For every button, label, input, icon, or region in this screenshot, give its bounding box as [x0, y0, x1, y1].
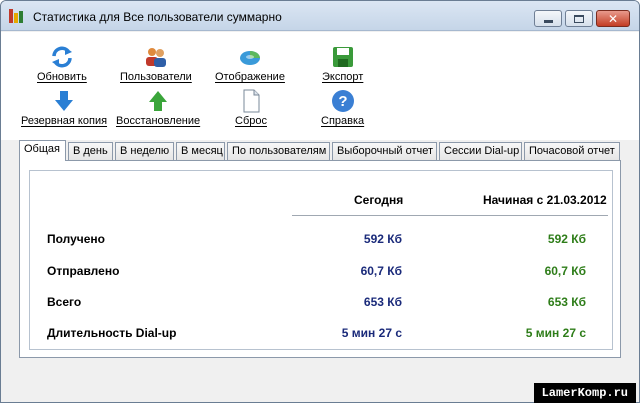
tab-day[interactable]: В день — [68, 142, 113, 161]
display-label: Отображение — [215, 71, 285, 83]
column-header-since: Начиная с 21.03.2012 — [483, 193, 607, 207]
total-today-value: 653 Кб — [363, 295, 402, 309]
column-header-today: Сегодня — [354, 193, 404, 207]
display-icon — [239, 51, 260, 65]
restore-icon — [149, 91, 168, 111]
sent-since-value: 60,7 Кб — [544, 264, 586, 278]
users-button[interactable]: Пользователи — [120, 45, 192, 83]
maximize-icon — [574, 14, 584, 23]
summary-table: Сегодня Начиная с 21.03.2012 Получено 59… — [29, 170, 613, 350]
row-label-total: Всего — [47, 295, 82, 309]
refresh-icon — [51, 46, 72, 68]
restore-label: Восстановление — [116, 115, 201, 127]
tab-panel-general: Сегодня Начиная с 21.03.2012 Получено 59… — [19, 160, 621, 358]
help-icon: ? — [331, 90, 354, 112]
app-window: Статистика для Все пользователи суммарно… — [0, 0, 640, 403]
reset-label: Сброс — [235, 115, 267, 127]
tab-dialup-sessions[interactable]: Сессии Dial-up — [439, 142, 522, 161]
svg-text:?: ? — [338, 93, 347, 110]
export-icon — [332, 47, 353, 67]
users-icon — [145, 48, 166, 67]
received-since-value: 592 Кб — [547, 232, 586, 246]
received-today-value: 592 Кб — [363, 232, 402, 246]
close-icon: ✕ — [607, 11, 619, 26]
tab-hourly-report[interactable]: Почасовой отчет — [524, 142, 620, 161]
help-label: Справка — [321, 115, 365, 127]
backup-icon — [55, 91, 74, 111]
display-button[interactable]: Отображение — [215, 45, 285, 83]
tab-general[interactable]: Общая — [19, 140, 66, 161]
title-bar[interactable]: Статистика для Все пользователи суммарно… — [1, 1, 639, 31]
window-title: Статистика для Все пользователи суммарно — [33, 10, 282, 24]
tab-week[interactable]: В неделю — [115, 142, 174, 161]
maximize-button[interactable] — [565, 10, 593, 27]
close-button[interactable]: ✕ — [596, 10, 630, 27]
backup-label: Резервная копия — [21, 115, 108, 127]
row-label-sent: Отправлено — [47, 264, 120, 278]
restore-button[interactable]: Восстановление — [116, 89, 200, 127]
help-button[interactable]: ? Справка — [321, 89, 364, 127]
minimize-button[interactable] — [534, 10, 562, 27]
tab-month[interactable]: В месяц — [176, 142, 225, 161]
total-since-value: 653 Кб — [547, 295, 586, 309]
refresh-button[interactable]: Обновить — [37, 45, 87, 83]
reset-button[interactable]: Сброс — [235, 89, 267, 127]
row-label-dialup-duration: Длительность Dial-up — [47, 326, 177, 340]
refresh-label: Обновить — [37, 71, 87, 83]
backup-button[interactable]: Резервная копия — [21, 89, 107, 127]
tab-by-users[interactable]: По пользователям — [227, 142, 330, 161]
header-separator — [292, 215, 608, 216]
export-button[interactable]: Экспорт — [322, 45, 363, 83]
app-chart-icon — [9, 9, 25, 23]
row-label-received: Получено — [47, 232, 106, 246]
dialup-since-value: 5 мин 27 с — [525, 326, 586, 340]
users-label: Пользователи — [120, 71, 192, 83]
tab-custom-report[interactable]: Выборочный отчет — [332, 142, 437, 161]
minimize-icon — [543, 20, 553, 23]
watermark: LamerKomp.ru — [533, 383, 636, 403]
sent-today-value: 60,7 Кб — [360, 264, 402, 278]
reset-icon — [243, 89, 260, 113]
export-label: Экспорт — [322, 71, 364, 83]
dialup-today-value: 5 мин 27 с — [341, 326, 402, 340]
toolbar: Обновить Пользователи Отображение Экспор… — [1, 32, 639, 140]
